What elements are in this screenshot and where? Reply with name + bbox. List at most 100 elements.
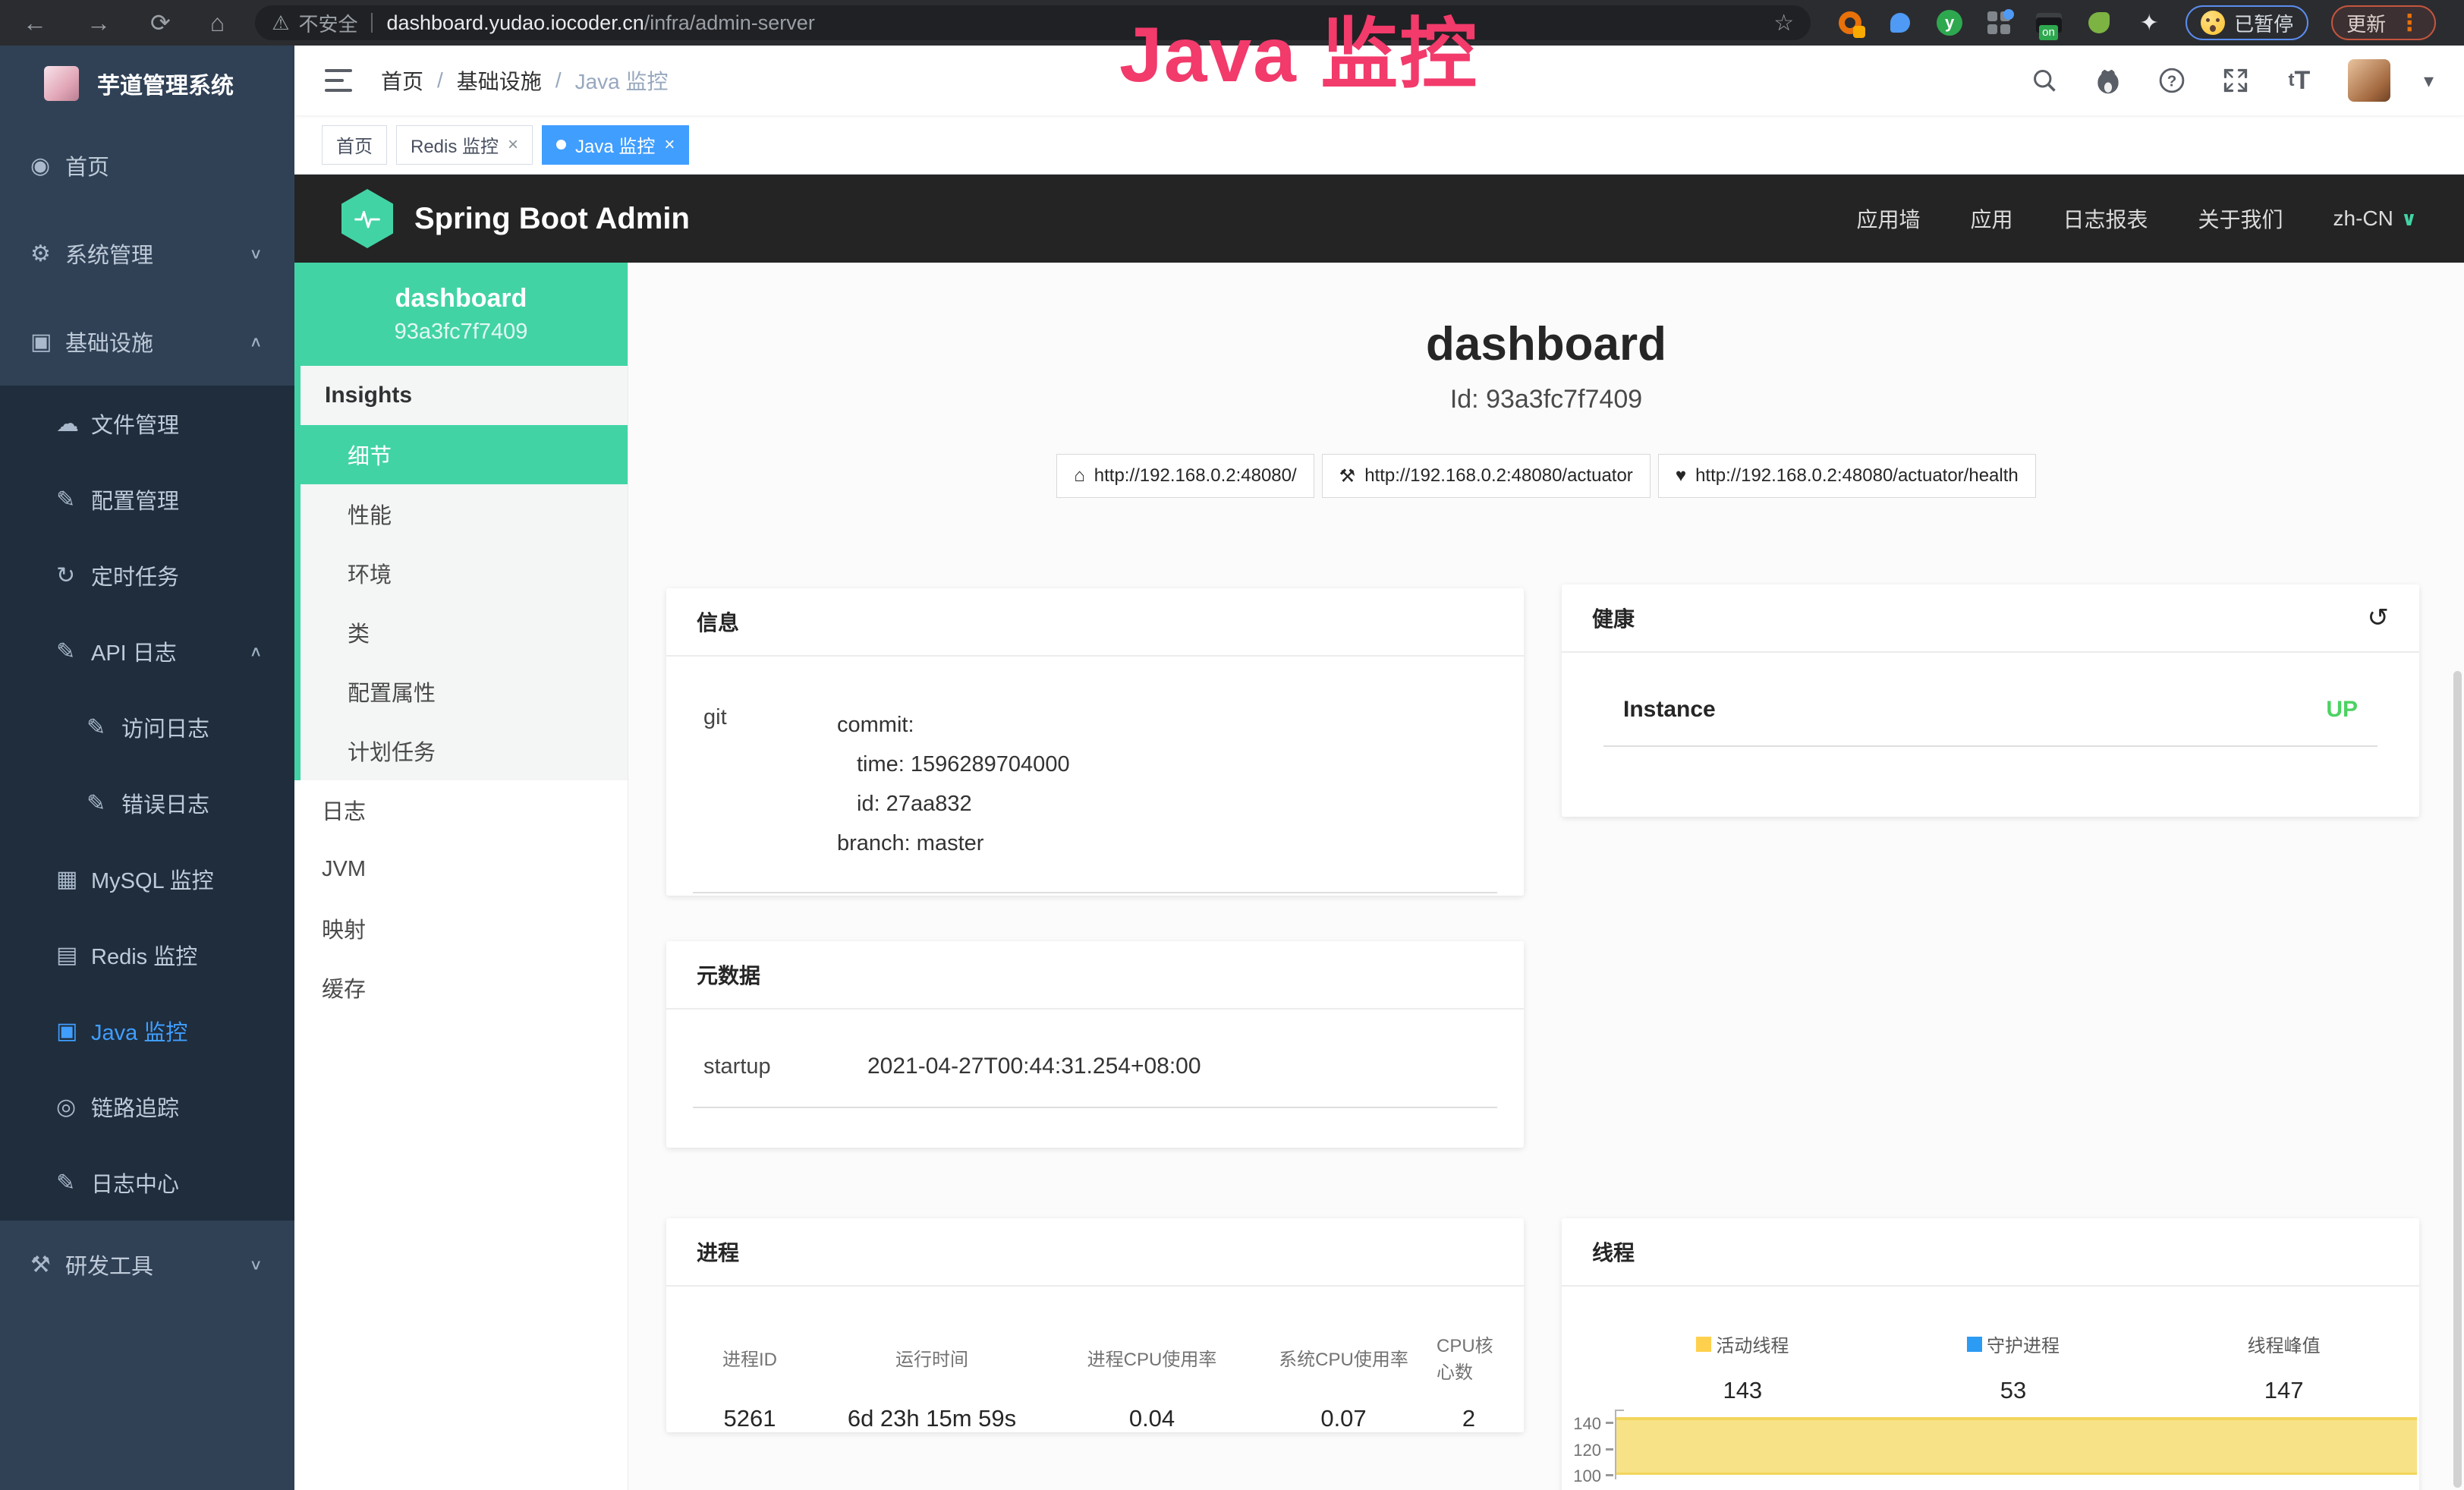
info-card: 信息 git commit: time: 1596289704000 id: 2… xyxy=(666,588,1524,896)
sba-menu-details[interactable]: 细节 xyxy=(294,425,628,484)
back-icon[interactable]: ← xyxy=(23,11,47,35)
sidebar-item-api-logs[interactable]: ✎ API 日志 ∧ xyxy=(0,613,294,689)
browser-menu-icon[interactable]: ⋮ xyxy=(2398,10,2421,36)
extension-orange-ring-icon[interactable] xyxy=(1836,9,1864,36)
sidebar-item-access-log[interactable]: ✎ 访问日志 xyxy=(0,689,294,765)
app-logo-row[interactable]: 芋道管理系统 xyxy=(0,46,294,121)
process-value-cpus: 2 xyxy=(1462,1405,1475,1432)
extension-grid-icon[interactable] xyxy=(1985,9,2012,36)
app-sidebar: 芋道管理系统 ◉ 首页 ⚙ 系统管理 ∨ ▣ 基础设施 ∧ ☁ 文件管理 xyxy=(0,46,294,1490)
monitor-icon: ▣ xyxy=(56,1018,91,1044)
sba-menu-classes[interactable]: 类 xyxy=(301,603,628,662)
sba-nav-about[interactable]: 关于我们 xyxy=(2198,203,2283,234)
extension-pin-icon[interactable] xyxy=(1887,9,1914,36)
sba-sidebar: dashboard 93a3fc7f7409 Insights 细节 性能 环境… xyxy=(294,263,628,1490)
chevron-up-icon: ∧ xyxy=(249,332,263,350)
process-value-proc-cpu: 0.04 xyxy=(1129,1405,1175,1432)
close-icon[interactable]: × xyxy=(508,134,518,156)
paused-badge[interactable]: 已暂停 xyxy=(2186,5,2308,40)
table-icon: ▦ xyxy=(56,866,91,893)
home-icon[interactable]: ⌂ xyxy=(210,11,225,35)
extension-leaf-icon[interactable] xyxy=(2085,9,2113,36)
sidebar-item-infrastructure[interactable]: ▣ 基础设施 ∧ xyxy=(0,298,294,386)
sba-menu-environment[interactable]: 环境 xyxy=(301,543,628,603)
heart-icon: ♥ xyxy=(1676,465,1686,487)
sidebar-item-scheduled-jobs[interactable]: ↻ 定时任务 xyxy=(0,537,294,613)
info-value: commit: time: 1596289704000 id: 27aa832 … xyxy=(837,705,1070,863)
health-card-header: 健康 ↺ xyxy=(1562,584,2419,653)
sba-menu-jvm[interactable]: JVM xyxy=(294,840,628,899)
y-axis-dash xyxy=(1606,1474,1613,1476)
sba-instance-header[interactable]: dashboard 93a3fc7f7409 xyxy=(294,263,628,366)
chevron-down-icon: ∨ xyxy=(2401,207,2417,231)
tag-redis-monitor[interactable]: Redis 监控 × xyxy=(396,125,533,165)
sidebar-item-log-center[interactable]: ✎ 日志中心 xyxy=(0,1145,294,1221)
legend-yellow-icon xyxy=(1696,1337,1711,1352)
extensions-puzzle-icon[interactable]: ✦ xyxy=(2135,9,2163,36)
sidebar-item-tracing[interactable]: ◎ 链路追踪 xyxy=(0,1069,294,1145)
sidebar-item-redis-monitor[interactable]: ▤ Redis 监控 xyxy=(0,917,294,993)
actuator-url-button[interactable]: ⚒ http://192.168.0.2:48080/actuator xyxy=(1322,454,1651,498)
service-url-button[interactable]: ⌂ http://192.168.0.2:48080/ xyxy=(1056,454,1314,498)
page-subtitle: Id: 93a3fc7f7409 xyxy=(628,385,2464,414)
health-url-button[interactable]: ♥ http://192.168.0.2:48080/actuator/heal… xyxy=(1658,454,2036,498)
sba-menu-mappings[interactable]: 映射 xyxy=(294,899,628,958)
sidebar-item-file-mgmt[interactable]: ☁ 文件管理 xyxy=(0,386,294,461)
sidebar-item-java-monitor[interactable]: ▣ Java 监控 xyxy=(0,993,294,1069)
scrollbar-thumb[interactable] xyxy=(2453,671,2462,1488)
health-instance-row[interactable]: Instance UP xyxy=(1603,653,2377,747)
tag-java-monitor[interactable]: Java 监控 × xyxy=(542,125,689,165)
wrench-icon: ⚒ xyxy=(1339,465,1356,487)
sba-menu-scheduled-tasks[interactable]: 计划任务 xyxy=(301,721,628,780)
close-icon[interactable]: × xyxy=(664,134,675,156)
extension-y-icon[interactable]: y xyxy=(1937,10,1962,36)
user-caret-down-icon[interactable]: ▾ xyxy=(2424,69,2434,93)
reload-icon[interactable]: ⟳ xyxy=(150,11,171,35)
sba-content: dashboard Id: 93a3fc7f7409 ⌂ http://192.… xyxy=(628,263,2464,1490)
sidebar-item-system-mgmt[interactable]: ⚙ 系统管理 ∨ xyxy=(0,209,294,298)
process-header-proc-cpu: 进程CPU使用率 xyxy=(1087,1344,1217,1371)
history-icon[interactable]: ↺ xyxy=(2368,603,2390,633)
threads-live-label: 活动线程 xyxy=(1607,1331,1878,1357)
breadcrumb-home[interactable]: 首页 xyxy=(381,65,423,96)
sidebar-item-home[interactable]: ◉ 首页 xyxy=(0,121,294,209)
spring-boot-admin-logo-icon[interactable] xyxy=(341,189,393,248)
sba-menu-logs[interactable]: 日志 xyxy=(294,780,628,840)
sba-nav-journal[interactable]: 日志报表 xyxy=(2063,203,2148,234)
fullscreen-icon[interactable] xyxy=(2220,65,2251,96)
hamburger-icon[interactable] xyxy=(325,69,352,92)
forward-icon[interactable]: → xyxy=(87,11,111,35)
sba-nav-applications[interactable]: 应用 xyxy=(1970,203,2012,234)
monitor-icon: ▣ xyxy=(30,329,65,355)
extension-switch-on-icon[interactable] xyxy=(2035,9,2063,36)
threads-card: 线程 活动线程 守护进程 线程峰值 xyxy=(1562,1218,2419,1490)
security-label[interactable]: 不安全 xyxy=(298,9,357,37)
instance-links: ⌂ http://192.168.0.2:48080/ ⚒ http://192… xyxy=(628,454,2464,498)
sidebar-item-dev-tools[interactable]: ⚒ 研发工具 ∨ xyxy=(0,1221,294,1309)
sba-brand-title[interactable]: Spring Boot Admin xyxy=(414,202,690,236)
tags-view: 首页 Redis 监控 × Java 监控 × xyxy=(294,115,2464,175)
sidebar-item-config-mgmt[interactable]: ✎ 配置管理 xyxy=(0,461,294,537)
sba-menu-config-props[interactable]: 配置属性 xyxy=(301,662,628,721)
sba-locale-select[interactable]: zh-CN ∨ xyxy=(2333,206,2417,231)
health-card: 健康 ↺ Instance UP xyxy=(1562,584,2419,817)
sba-insights-group: Insights 细节 性能 环境 类 配置属性 计划任务 xyxy=(294,366,628,780)
update-button[interactable]: 更新 ⋮ xyxy=(2331,5,2436,40)
sidebar-item-mysql-monitor[interactable]: ▦ MySQL 监控 xyxy=(0,841,294,917)
breadcrumb-infrastructure[interactable]: 基础设施 xyxy=(457,65,542,96)
sba-nav-wallboard[interactable]: 应用墙 xyxy=(1856,203,1920,234)
font-size-icon[interactable]: tT xyxy=(2284,65,2315,96)
address-bar[interactable]: ⚠ 不安全 dashboard.yudao.iocoder.cn /infra/… xyxy=(255,5,1811,40)
chevron-down-icon: ∨ xyxy=(249,244,263,262)
help-icon[interactable]: ? xyxy=(2157,65,2187,96)
metadata-key: startup xyxy=(693,1054,867,1079)
github-icon[interactable] xyxy=(2093,65,2123,96)
sba-menu-caches[interactable]: 缓存 xyxy=(294,958,628,1017)
sidebar-item-error-log[interactable]: ✎ 错误日志 xyxy=(0,765,294,841)
warning-icon: ⚠ xyxy=(272,11,289,35)
search-icon[interactable] xyxy=(2029,65,2060,96)
user-avatar[interactable] xyxy=(2348,59,2390,102)
sba-menu-metrics[interactable]: 性能 xyxy=(301,484,628,543)
bookmark-star-icon[interactable]: ☆ xyxy=(1773,10,1794,36)
tag-home[interactable]: 首页 xyxy=(322,125,387,165)
